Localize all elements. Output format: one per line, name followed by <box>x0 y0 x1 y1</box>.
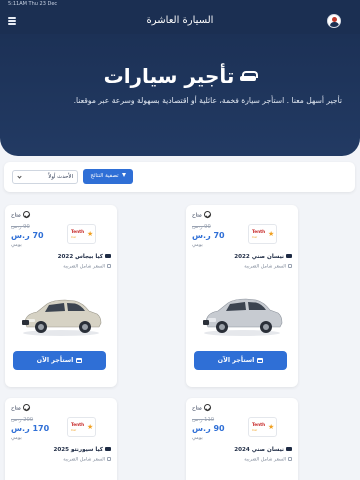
check-circle-icon <box>203 211 211 218</box>
company-logo: Tenth Car ★ <box>67 224 96 244</box>
app-bar: السيارة العاشرة <box>0 8 360 34</box>
price-unit: يومي <box>192 242 203 248</box>
avatar[interactable] <box>327 14 341 28</box>
car-name: نيسان صني 2022 <box>234 254 284 260</box>
tax-note: السعر شامل الضريبة <box>244 457 286 463</box>
star-icon: ★ <box>87 230 94 238</box>
price: 70 ر.س <box>192 231 225 240</box>
old-price: 110 ر.س <box>192 417 215 423</box>
company-logo: Tenth Car ★ <box>248 417 277 437</box>
tax-note: السعر شامل الضريبة <box>244 264 286 270</box>
car-card: متاح 90 ر.س 70 ر.س يومي Tenth Car ★ نيسا… <box>186 205 298 387</box>
company-logo: Tenth Car ★ <box>67 417 96 437</box>
availability-label: متاح <box>11 405 21 412</box>
car-name-row: كيا بيجاس 2022 <box>5 254 111 260</box>
car-name: كيا بيجاس 2022 <box>57 254 103 260</box>
chevron-down-icon <box>17 174 22 179</box>
rent-now-label: استأجر الآن <box>217 356 255 364</box>
logo-text: Tenth <box>252 229 266 234</box>
logo-subtext: Car <box>252 235 258 239</box>
old-price: 90 ر.س <box>192 224 211 230</box>
availability-badge: متاح <box>11 404 30 412</box>
car-image <box>22 299 102 336</box>
check-circle-icon <box>22 211 30 218</box>
filter-results-button[interactable]: تصفية النتائج <box>83 169 133 184</box>
rent-now-button[interactable]: استأجر الآن <box>194 351 287 370</box>
car-icon <box>240 71 259 82</box>
star-icon: ★ <box>268 230 275 238</box>
car-icon <box>286 447 292 451</box>
car-card: متاح 200 ر.س 170 ر.س يومي Tenth Car ★ كي… <box>5 398 117 480</box>
check-circle-icon <box>22 404 30 411</box>
calendar-icon <box>257 357 264 363</box>
availability-label: متاح <box>11 212 21 219</box>
car-image <box>203 298 283 336</box>
calendar-icon <box>76 357 83 363</box>
car-icon <box>105 254 111 258</box>
app-title: السيارة العاشرة <box>146 15 214 26</box>
car-icon <box>105 447 111 451</box>
logo-subtext: Car <box>252 428 258 432</box>
car-name: كيا سيورنتو 2025 <box>53 447 103 453</box>
filter-bar: الأحدث أولاً تصفية النتائج <box>4 162 355 192</box>
price: 90 ر.س <box>192 424 225 433</box>
rent-now-button[interactable]: استأجر الآن <box>13 351 106 370</box>
tax-note-row: السعر شامل الضريبة <box>186 264 292 270</box>
availability-badge: متاح <box>192 404 211 412</box>
filter-results-label: تصفية النتائج <box>90 173 119 179</box>
price-unit: يومي <box>192 435 203 441</box>
star-icon: ★ <box>268 423 275 431</box>
tax-note-row: السعر شامل الضريبة <box>5 457 111 463</box>
tax-note-row: السعر شامل الضريبة <box>186 457 292 463</box>
availability-label: متاح <box>192 405 202 412</box>
tax-note: السعر شامل الضريبة <box>63 457 105 463</box>
price-unit: يومي <box>11 435 22 441</box>
status-bar: 5:11AM Thu 23 Dec <box>0 0 360 8</box>
price: 170 ر.س <box>11 424 50 433</box>
tag-icon <box>288 457 292 461</box>
tag-icon <box>107 264 111 268</box>
car-name-row: نيسان صني 2024 <box>186 447 292 453</box>
old-price: 90 ر.س <box>11 224 30 230</box>
price-unit: يومي <box>11 242 22 248</box>
old-price: 200 ر.س <box>11 417 34 423</box>
logo-text: Tenth <box>252 422 266 427</box>
price: 70 ر.س <box>11 231 44 240</box>
hero-banner: تأجير سيارات تأجير أسهل معنا . استأجر سي… <box>0 34 360 156</box>
sort-dropdown[interactable]: الأحدث أولاً <box>12 170 78 184</box>
tag-icon <box>107 457 111 461</box>
tax-note: السعر شامل الضريبة <box>63 264 105 270</box>
logo-text: Tenth <box>71 422 85 427</box>
check-circle-icon <box>203 404 211 411</box>
car-icon <box>286 254 292 258</box>
company-logo: Tenth Car ★ <box>248 224 277 244</box>
car-card: متاح 90 ر.س 70 ر.س يومي Tenth Car ★ كيا … <box>5 205 117 387</box>
logo-subtext: Car <box>71 235 77 239</box>
car-card: متاح 110 ر.س 90 ر.س يومي Tenth Car ★ نيس… <box>186 398 298 480</box>
availability-badge: متاح <box>192 211 211 219</box>
sort-dropdown-value: الأحدث أولاً <box>48 174 73 180</box>
tax-note-row: السعر شامل الضريبة <box>5 264 111 270</box>
hero-title-row: تأجير سيارات <box>0 64 360 88</box>
funnel-icon <box>121 173 126 177</box>
car-name: نيسان صني 2024 <box>234 447 284 453</box>
status-bar-text: 5:11AM Thu 23 Dec <box>8 1 58 7</box>
availability-badge: متاح <box>11 211 30 219</box>
tag-icon <box>288 264 292 268</box>
star-icon: ★ <box>87 423 94 431</box>
logo-subtext: Car <box>71 428 77 432</box>
car-name-row: نيسان صني 2022 <box>186 254 292 260</box>
availability-label: متاح <box>192 212 202 219</box>
car-name-row: كيا سيورنتو 2025 <box>5 447 111 453</box>
logo-text: Tenth <box>71 229 85 234</box>
hero-subtitle: تأجير أسهل معنا . استأجر سيارة فخمة، عائ… <box>73 96 342 105</box>
rent-now-label: استأجر الآن <box>36 356 74 364</box>
hero-title: تأجير سيارات <box>103 64 235 88</box>
